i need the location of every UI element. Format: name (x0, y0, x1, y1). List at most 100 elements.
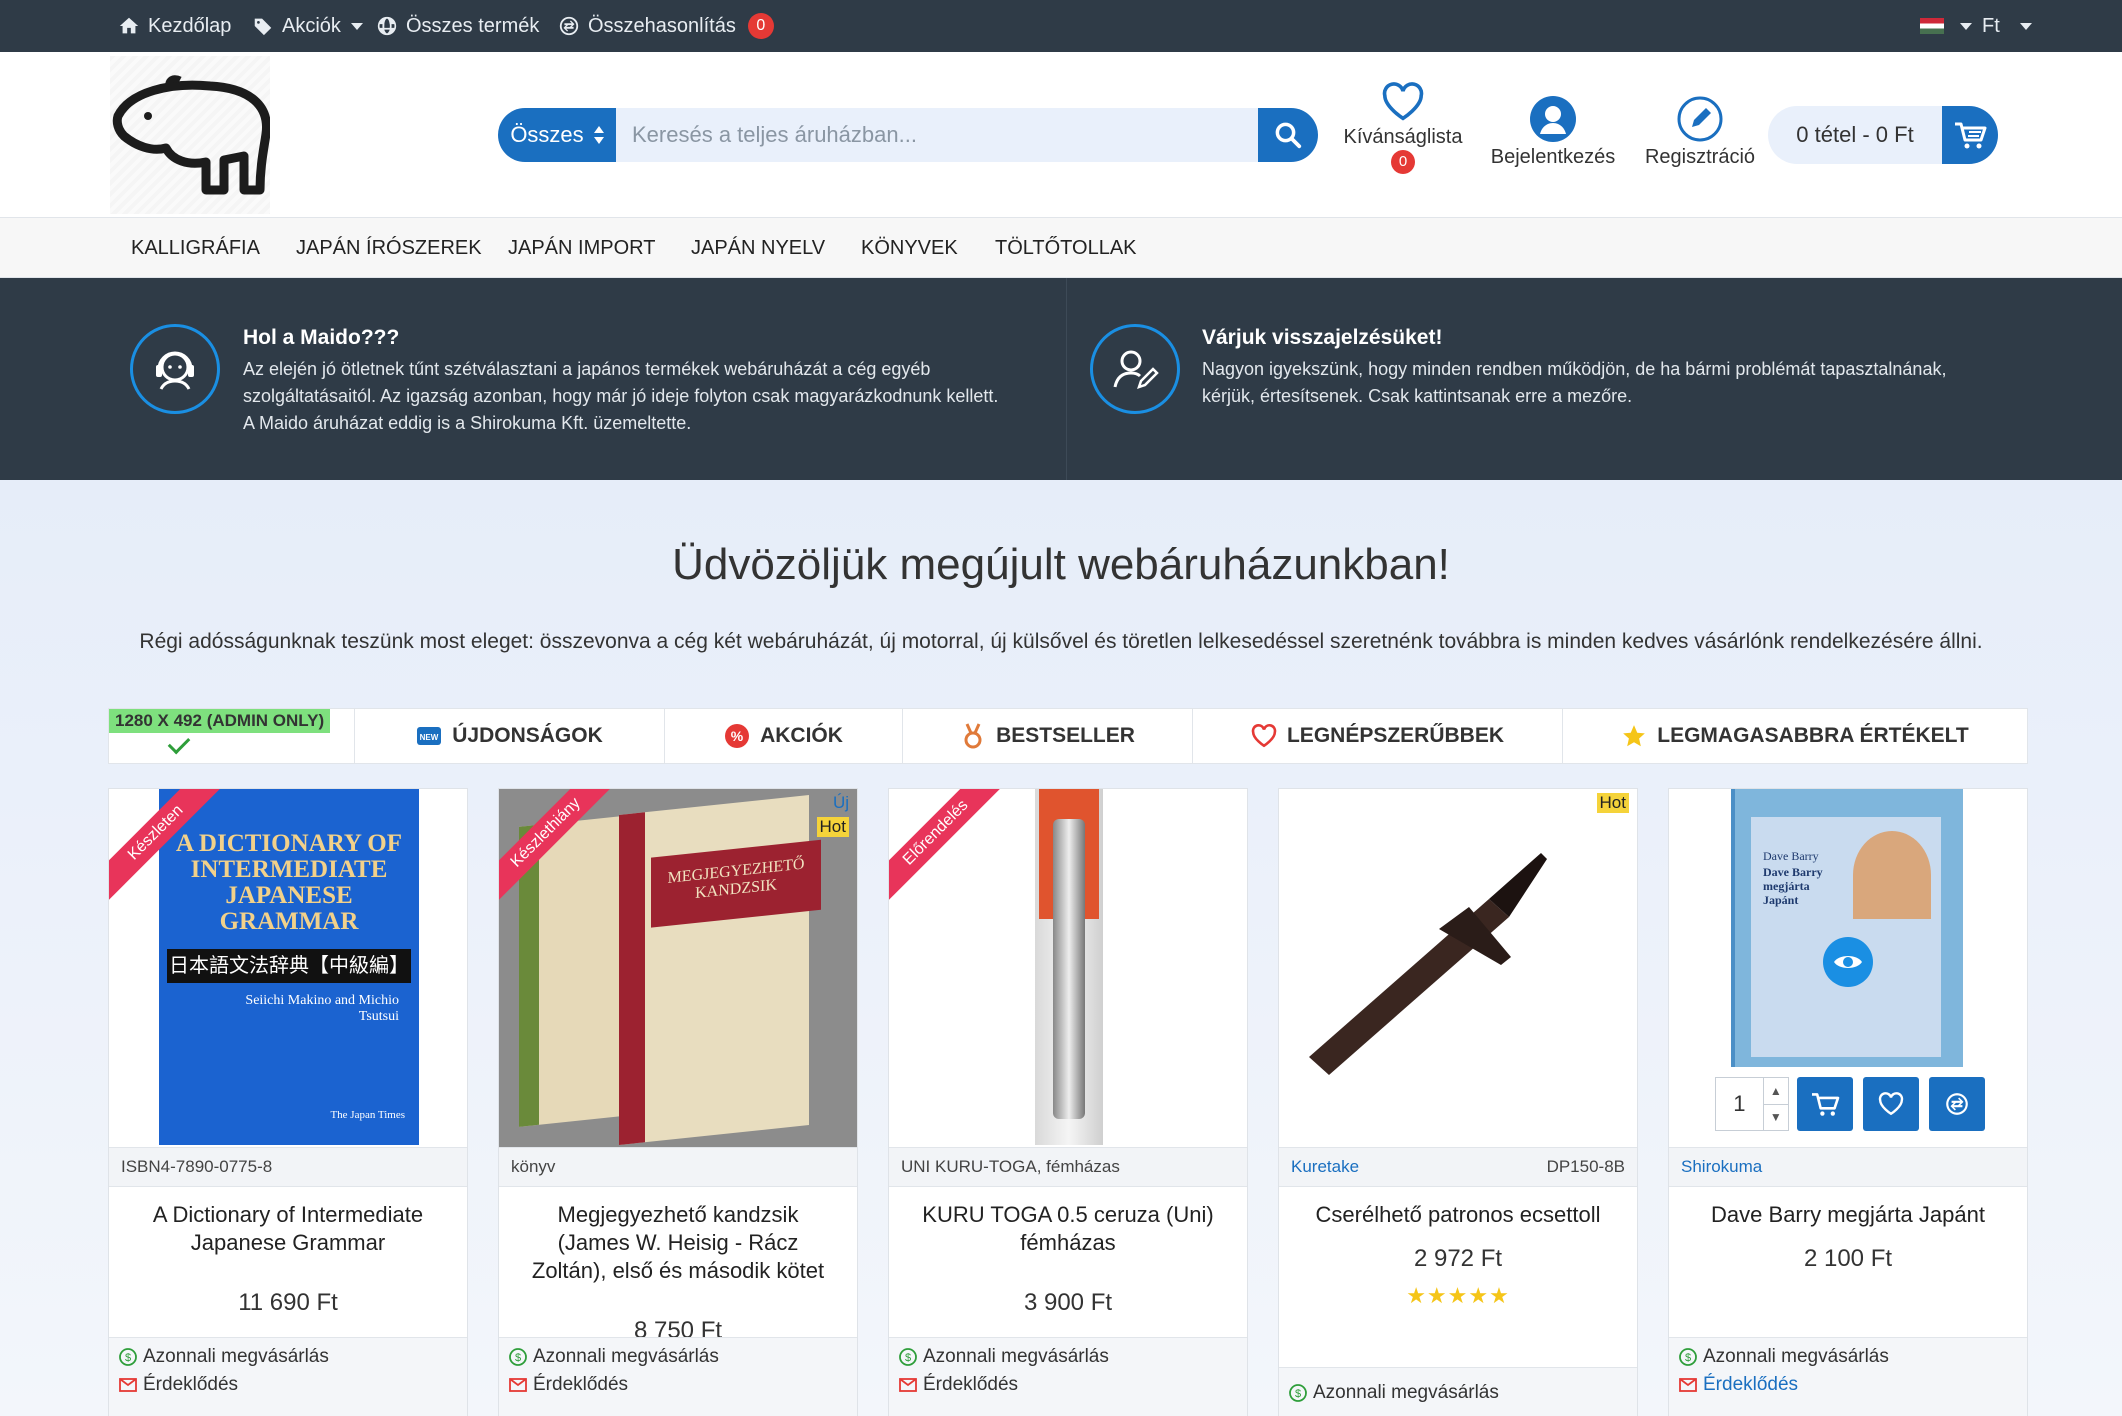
tab-ujdonsagok[interactable]: NEW Újdonságok (355, 709, 665, 763)
pencil-package (1035, 789, 1103, 1145)
heart-icon (1382, 82, 1424, 121)
heart-icon (1251, 723, 1277, 748)
add-to-wishlist-button[interactable] (1863, 1077, 1919, 1131)
register-link[interactable]: Regisztráció (1634, 96, 1766, 169)
product-meta: Shirokuma (1669, 1147, 2027, 1187)
tab-legnepszerubbek[interactable]: Legnépszerűbbek (1193, 709, 1563, 763)
tag-icon (254, 18, 272, 36)
home-icon (119, 17, 139, 34)
product-image[interactable]: Előrendelés (889, 789, 1247, 1147)
cart-button[interactable]: 0 tétel - 0 Ft (1768, 106, 1998, 164)
svg-text:$: $ (125, 1352, 131, 1364)
search-category-select[interactable]: Összes (498, 108, 616, 162)
all-products-link[interactable]: Összes termék (376, 0, 539, 52)
product-name[interactable]: Cserélhető patronos ecsettoll (1299, 1201, 1617, 1229)
admin-size-badge: 1280 x 492 (Admin Only) (109, 709, 331, 733)
main-navigation: Kalligráfia Japán írószerek Japán import… (0, 218, 2122, 278)
sort-icon (593, 126, 604, 144)
nav-item-kalligrafia[interactable]: Kalligráfia (131, 218, 260, 278)
product-actions: $ Azonnali megvásárlás Érdeklődés (889, 1337, 1247, 1416)
medal-icon (964, 723, 982, 749)
add-to-cart-button[interactable] (1797, 1077, 1853, 1131)
currency-selector[interactable]: Ft (1982, 0, 2032, 52)
site-header: Összes Kívánságlista 0 Bejelentkezés Reg… (0, 52, 2122, 218)
nav-item-konyvek[interactable]: Könyvek (861, 218, 958, 278)
search-input[interactable] (616, 108, 1258, 162)
nav-item-japan-import[interactable]: Japán import (508, 218, 655, 278)
dollar-circle-icon: $ (899, 1348, 917, 1366)
svg-text:$: $ (1295, 1388, 1301, 1400)
search-button[interactable] (1258, 108, 1318, 162)
product-image[interactable]: Hot (1279, 789, 1637, 1147)
inquiry-link[interactable]: Érdeklődés (119, 1374, 238, 1396)
product-price: 2 972 Ft (1413, 1245, 1503, 1272)
tab-akciok[interactable]: % Akciók (665, 709, 903, 763)
buy-now-link[interactable]: $ Azonnali megvásárlás (119, 1346, 329, 1368)
buy-now-link[interactable]: $ Azonnali megvásárlás (509, 1346, 719, 1368)
inquiry-link[interactable]: Érdeklődés (509, 1374, 628, 1396)
product-actions: $ Azonnali megvásárlás (1279, 1367, 1637, 1416)
buy-now-link[interactable]: $ Azonnali megvásárlás (1289, 1382, 1499, 1404)
nav-item-japan-nyelv[interactable]: Japán nyelv (691, 218, 825, 278)
cart-summary: 0 tétel - 0 Ft (1796, 122, 1914, 147)
compare-link[interactable]: Összehasonlítás 0 (558, 0, 774, 52)
hungarian-flag-icon (1920, 18, 1944, 34)
inquiry-link[interactable]: Érdeklődés (1679, 1374, 1798, 1396)
heart-icon (1878, 1092, 1904, 1116)
edit-icon (1677, 96, 1723, 142)
buy-now-link[interactable]: $ Azonnali megvásárlás (1679, 1346, 1889, 1368)
product-price: 11 690 Ft (238, 1289, 338, 1316)
product-meta: UNI KURU-TOGA, fémházas (889, 1147, 1247, 1187)
login-link[interactable]: Bejelentkezés (1484, 96, 1622, 169)
product-image[interactable]: Dave Barry Dave Barry megjárta Japánt 1 … (1669, 789, 2027, 1147)
feedback-icon[interactable] (1090, 324, 1180, 414)
product-card[interactable]: Hot Kuretake DP150-8B Cserélhető patrono… (1278, 788, 1638, 1416)
quantity-stepper[interactable]: 1 ▲ ▼ (1715, 1077, 1789, 1131)
product-card[interactable]: A DICTIONARY OF INTERMEDIATE JAPANESE GR… (108, 788, 468, 1416)
product-name[interactable]: Dave Barry megjárta Japánt (1689, 1201, 2007, 1229)
quick-view-button[interactable] (1823, 937, 1873, 987)
logo[interactable] (110, 56, 271, 214)
deals-menu[interactable]: Akciók (252, 0, 363, 52)
tab-bestseller[interactable]: Bestseller (903, 709, 1193, 763)
product-card[interactable]: Előrendelés UNI KURU-TOGA, fémházas KURU… (888, 788, 1248, 1416)
increase-icon[interactable]: ▲ (1764, 1078, 1788, 1104)
svg-text:NEW: NEW (420, 733, 439, 742)
cart-icon (1955, 122, 1987, 149)
tab-legmagasabbra-ertekelt[interactable]: Legmagasabbra értékelt (1563, 709, 2027, 763)
buy-now-link[interactable]: $ Azonnali megvásárlás (899, 1346, 1109, 1368)
stock-ribbon: Előrendelés (889, 789, 1007, 904)
svg-text:$: $ (905, 1352, 911, 1364)
compare-button[interactable] (1929, 1077, 1985, 1131)
feedback-text-link[interactable]: Nagyon igyekszünk, hogy minden rendben m… (1202, 356, 1946, 410)
product-card[interactable]: MEGJEGYEZHETŐ KANDZSIK Készlethiány Új H… (498, 788, 858, 1416)
product-price: 2 100 Ft (1803, 1245, 1893, 1272)
nav-item-japan-iroszerek[interactable]: Japán írószerek (296, 218, 482, 278)
inquiry-link[interactable]: Érdeklődés (899, 1374, 1018, 1396)
compare-icon (559, 16, 579, 36)
product-name[interactable]: A Dictionary of Intermediate Japanese Gr… (129, 1201, 447, 1257)
info-left-text: Az elején jó ötletnek tűnt szétválasztan… (243, 359, 999, 433)
product-name[interactable]: Megjegyezhető kandzsik (James W. Heisig … (519, 1201, 837, 1285)
decrease-icon[interactable]: ▼ (1763, 1103, 1788, 1131)
home-link[interactable]: Kezdőlap (118, 0, 231, 52)
product-name[interactable]: KURU TOGA 0.5 ceruza (Uni) fémházas (909, 1201, 1227, 1257)
product-price: 3 900 Ft (1023, 1289, 1113, 1316)
language-selector[interactable] (1920, 0, 1972, 52)
search-bar: Összes (498, 108, 1318, 162)
page-subtitle: Régi adósságunknak teszünk most eleget: … (139, 630, 1983, 653)
hot-badge: Hot (1596, 793, 1629, 813)
new-badge: Új (832, 793, 849, 812)
compare-count-badge: 0 (747, 13, 774, 39)
wishlist-link[interactable]: Kívánságlista 0 (1338, 82, 1468, 174)
nav-item-toltotollak[interactable]: Töltőtollak (995, 218, 1137, 278)
cart-icon-button (1942, 106, 1998, 164)
book-cover: MEGJEGYEZHETŐ KANDZSIK (619, 795, 821, 1145)
main-content: Üdvözöljük megújult webáruházunkban! Rég… (0, 480, 2122, 1416)
product-image[interactable]: A DICTIONARY OF INTERMEDIATE JAPANESE GR… (109, 789, 467, 1147)
product-card[interactable]: Dave Barry Dave Barry megjárta Japánt 1 … (1668, 788, 2028, 1416)
tab-selected[interactable]: 1280 x 492 (Admin Only) (109, 709, 355, 763)
caret-down-icon (2019, 22, 2032, 30)
caret-down-icon (1960, 22, 1972, 30)
product-image[interactable]: MEGJEGYEZHETŐ KANDZSIK Készlethiány Új H… (499, 789, 857, 1147)
